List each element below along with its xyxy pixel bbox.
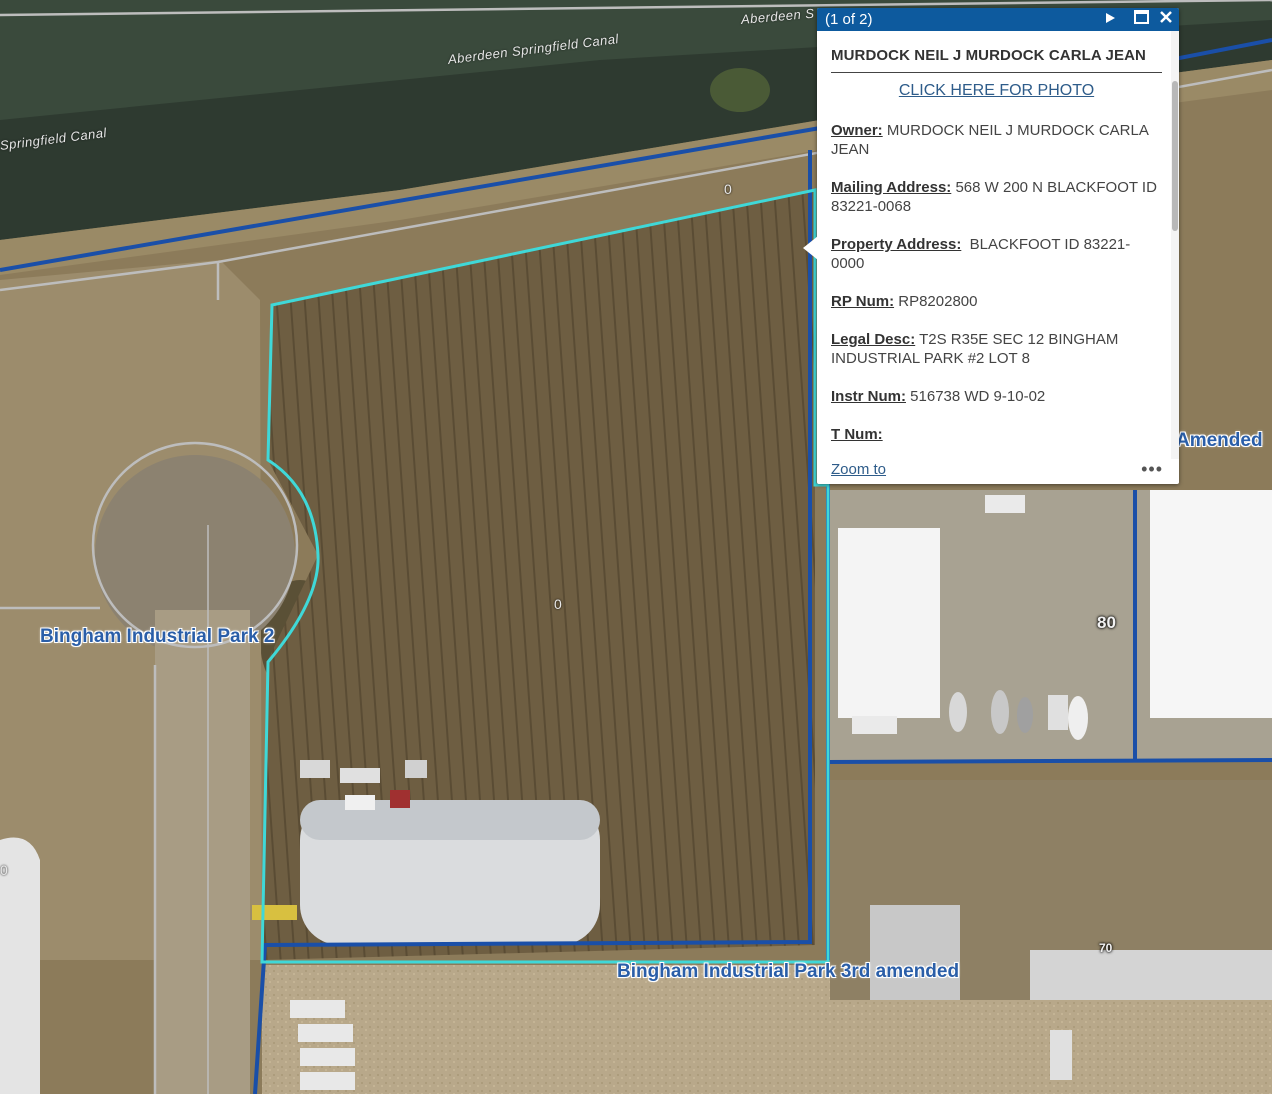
address-number-label: 80 [1097,613,1116,632]
popup-footer: Zoom to ••• [817,459,1179,484]
next-arrow-icon [1104,11,1116,29]
parcel-info-popup: (1 of 2) MURDOCK NEIL J MURDOCK CARLA JE… [817,8,1179,484]
building-roof [838,528,940,718]
subdivision-label: Bingham Industrial Park 2 [40,626,275,647]
building-roof [1150,490,1272,718]
field-label: Property Address: [831,236,962,253]
instr-num-field: Instr Num: 516738 WD 9-10-02 [831,387,1162,406]
zoom-to-link[interactable]: Zoom to [831,461,886,478]
scrollbar-thumb[interactable] [1172,81,1178,231]
popup-content[interactable]: MURDOCK NEIL J MURDOCK CARLA JEAN CLICK … [817,31,1179,459]
photo-link[interactable]: CLICK HERE FOR PHOTO [831,82,1162,100]
field-label: Legal Desc: [831,331,916,348]
maximize-button[interactable] [1130,8,1152,31]
mailing-address-field: Mailing Address: 568 W 200 N BLACKFOOT I… [831,178,1162,216]
road [155,610,250,1094]
address-number-label: 70 [1099,941,1113,955]
field-label: T Num: [831,426,883,443]
owner-field: Owner: MURDOCK NEIL J MURDOCK CARLA JEAN [831,121,1162,159]
field-label: Owner: [831,122,883,139]
popup-scrollbar[interactable] [1171,31,1179,459]
legal-desc-field: Legal Desc: T2S R35E SEC 12 BINGHAM INDU… [831,330,1162,368]
subdivision-label: Amended [1176,430,1263,451]
popup-header: (1 of 2) [817,8,1179,31]
tree [710,68,770,112]
close-button[interactable] [1155,8,1177,31]
lot-number-label: 0 [554,596,562,612]
t-num-field: T Num: [831,425,1162,444]
rp-num-field: RP Num: RP8202800 [831,292,1162,311]
next-feature-button[interactable] [1099,8,1121,31]
close-icon [1159,10,1173,29]
popup-pointer [803,236,818,260]
popup-title: MURDOCK NEIL J MURDOCK CARLA JEAN [831,47,1162,73]
property-address-field: Property Address: BLACKFOOT ID 83221-000… [831,235,1162,273]
more-actions-button[interactable]: ••• [1141,459,1163,480]
subdivision-label: Bingham Industrial Park 3rd amended [617,961,960,982]
field-value: 516738 WD 9-10-02 [910,388,1046,405]
maximize-icon [1133,10,1149,29]
field-label: Instr Num: [831,388,906,405]
lot-number-label: 0 [724,181,732,197]
field-label: Mailing Address: [831,179,952,196]
field-label: RP Num: [831,293,895,310]
field-value: RP8202800 [898,293,978,310]
feature-count: (1 of 2) [825,11,873,28]
lot-number-label: 0 [0,862,8,878]
